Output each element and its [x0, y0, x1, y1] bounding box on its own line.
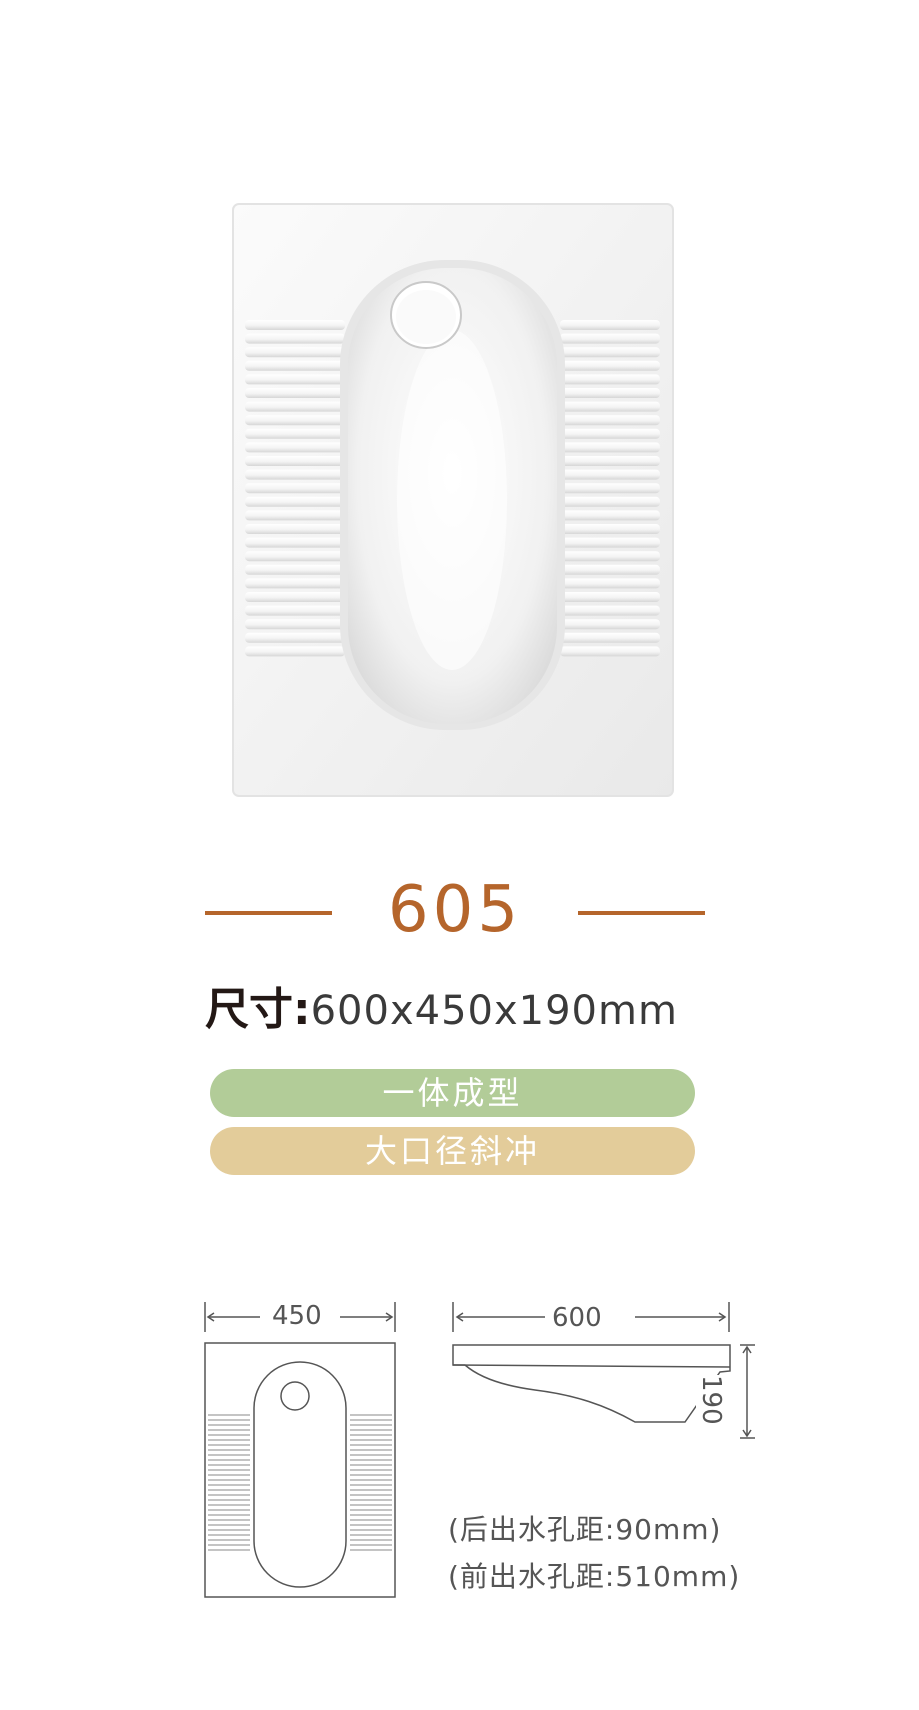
length-dimension: 600: [546, 1303, 608, 1333]
foot-rib: [245, 592, 345, 602]
foot-rib: [245, 456, 345, 466]
foot-rib: [245, 442, 345, 453]
foot-rib: [560, 578, 660, 589]
foot-rib: [560, 456, 660, 466]
foot-rib: [560, 524, 660, 534]
foot-rib: [245, 388, 345, 398]
model-header: 605: [205, 870, 705, 950]
foot-rib: [245, 333, 345, 344]
foot-rib: [245, 619, 345, 630]
width-dimension: 450: [266, 1301, 328, 1331]
decorative-line-right: [578, 911, 705, 915]
size-row: 尺寸:600x450x190mm: [205, 980, 725, 1040]
size-label: 尺寸:: [205, 984, 311, 1035]
foot-rib: [245, 564, 345, 575]
foot-rib: [560, 442, 660, 453]
foot-rib: [560, 564, 660, 575]
foot-rib: [245, 605, 345, 616]
foot-rib: [560, 605, 660, 616]
foot-rib: [560, 388, 660, 398]
foot-rib: [245, 551, 345, 562]
foot-rib: [560, 401, 660, 412]
front-outlet-note: (前出水孔距:510mm): [448, 1560, 741, 1593]
foot-rib: [560, 333, 660, 344]
height-dimension: 190: [696, 1375, 726, 1455]
foot-rib: [245, 428, 345, 439]
foot-rib: [560, 551, 660, 562]
foot-rib: [245, 483, 345, 494]
foot-rib: [560, 632, 660, 643]
foot-rib: [560, 320, 660, 330]
foot-rib: [245, 578, 345, 589]
foot-rib: [560, 469, 660, 480]
foot-rib: [245, 415, 345, 426]
feature-badge-one-piece: 一体成型: [210, 1069, 695, 1117]
foot-rib: [245, 320, 345, 330]
model-number: 605: [387, 873, 523, 947]
rear-outlet-note: (后出水孔距:90mm): [448, 1513, 722, 1546]
foot-rib: [560, 347, 660, 358]
foot-rib: [245, 360, 345, 371]
foot-rib: [560, 483, 660, 494]
foot-rib: [245, 524, 345, 534]
foot-rib: [560, 415, 660, 426]
foot-rib: [245, 401, 345, 412]
foot-rib: [245, 496, 345, 507]
foot-rib: [560, 646, 660, 657]
foot-rib: [245, 374, 345, 385]
foot-rib: [245, 646, 345, 657]
foot-rib: [245, 510, 345, 521]
foot-rib: [245, 469, 345, 480]
foot-rib: [560, 619, 660, 630]
foot-rib: [560, 360, 660, 371]
foot-rib: [245, 347, 345, 358]
foot-rib: [560, 428, 660, 439]
top-view-drawing: [204, 1302, 396, 1598]
foot-rib: [560, 510, 660, 521]
feature-badge-flush: 大口径斜冲: [210, 1127, 695, 1175]
foot-rib: [560, 374, 660, 385]
size-value: 600x450x190mm: [310, 988, 678, 1034]
foot-rib: [245, 537, 345, 548]
foot-rib: [560, 537, 660, 548]
foot-rib: [245, 632, 345, 643]
foot-rib: [560, 592, 660, 602]
product-photo: [232, 203, 674, 797]
foot-rib: [560, 496, 660, 507]
